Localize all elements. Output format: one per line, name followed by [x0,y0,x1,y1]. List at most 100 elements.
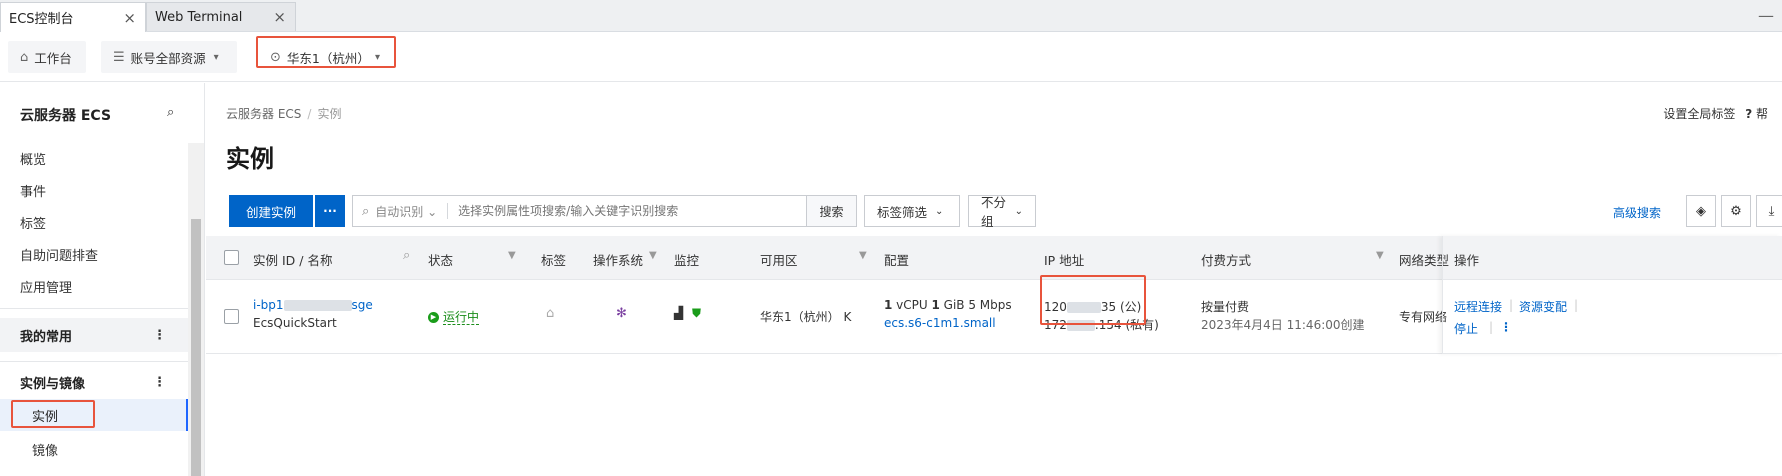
minimize-icon[interactable]: — [1758,6,1774,25]
help-link[interactable]: 帮 [1756,107,1768,121]
row-checkbox[interactable] [224,309,239,324]
sidebar-divider [0,308,188,309]
breadcrumb-current: 实例 [317,107,342,121]
more-vertical-icon[interactable]: ⋮ [153,328,166,343]
chevron-down-icon: ▾ [213,51,219,63]
breadcrumb-root[interactable]: 云服务器 ECS [226,107,301,121]
col-status: 状态 [428,253,454,268]
sidebar-title: 云服务器 ECS [20,108,112,124]
col-monitor: 监控 [674,253,700,268]
sidebar-scrollbar[interactable] [188,143,204,476]
billing-type: 按量付费 [1201,300,1250,314]
search-icon[interactable]: ⌕ [403,248,410,263]
workbench-button[interactable]: ⌂ 工作台 [8,41,86,73]
advanced-search-link[interactable]: 高级搜索 [1613,204,1661,221]
col-ip: IP 地址 [1044,253,1085,268]
instance-id-prefix: i-bp1 [253,298,284,312]
sidebar-group-label: 我的常用 [20,329,73,345]
global-tags-area: 设置全局标签 ? 帮 [1663,105,1768,122]
sidebar-divider [0,361,188,362]
cpu-unit: vCPU [892,298,932,312]
instance-search-box: ⌕ 自动识别 ⌄ [352,195,807,227]
search-input[interactable] [458,204,709,218]
instance-id-suffix: sge [351,298,373,312]
search-mode-label: 自动识别 [375,204,424,219]
play-icon: ▶ [428,312,439,323]
browser-tab-strip: ECS控制台 × Web Terminal × — [0,0,1782,32]
main-content: 云服务器 ECS / 实例 设置全局标签 ? 帮 实例 创建实例 ··· ⌕ 自动识… [206,83,1782,476]
sidebar-item-tags[interactable]: 标签 [20,213,46,232]
tag-filter-label: 标签筛选 [877,204,928,220]
sidebar-item-events[interactable]: 事件 [20,181,46,200]
workbench-label: 工作台 [34,50,72,66]
search-button[interactable]: 搜索 [807,195,857,227]
sidebar-item-self-troubleshoot[interactable]: 自助问题排查 [20,245,98,264]
list-icon: ☰ [113,49,125,65]
filter-icon[interactable]: ▼ [649,250,657,261]
home-icon: ⌂ [20,49,29,65]
sidebar-item-overview[interactable]: 概览 [20,149,46,168]
mem-bandwidth: GiB 5 Mbps [939,298,1012,312]
status-badge: ▶ 运行中 [428,308,480,325]
chevron-down-icon: ⌄ [1014,205,1023,217]
select-all-checkbox[interactable] [224,250,239,265]
chevron-down-icon: ⌄ [935,205,944,217]
sidebar-item-images[interactable]: 镜像 [32,440,58,459]
gear-icon[interactable]: ⚙ [1721,195,1751,227]
breadcrumb: 云服务器 ECS / 实例 [226,105,341,122]
search-mode-select[interactable]: 自动识别 ⌄ [375,203,437,220]
ops-column-shadow [1442,236,1782,354]
instance-spec-link[interactable]: ecs.s6-c1m1.small [884,316,996,330]
sidebar-group-instances-images[interactable]: 实例与镜像 ⋮ [0,365,188,399]
layers-icon[interactable]: ◈ [1686,195,1716,227]
sidebar-item-app-management[interactable]: 应用管理 [20,277,72,296]
mem-count: 1 [931,298,940,312]
tag-filter-dropdown[interactable]: 标签筛选 ⌄ [864,195,960,227]
filter-icon[interactable]: ▼ [859,250,867,261]
browser-tab-ecs-console[interactable]: ECS控制台 × [0,2,146,32]
col-tags: 标签 [541,253,567,268]
group-label: 不分组 [981,195,1007,229]
os-centos-icon: ✻ [616,306,627,321]
sidebar-group-label: 实例与镜像 [20,376,86,392]
config-cpu-mem: 1 vCPU 1 GiB 5 Mbps [884,298,1012,312]
create-instance-button[interactable]: 创建实例 [229,195,313,227]
monitor-chart-icon[interactable]: ▟ [674,306,683,320]
download-icon[interactable]: ⤓ [1756,195,1782,227]
account-resources-dropdown[interactable]: ☰ 账号全部资源 ▾ [101,41,237,73]
filter-icon[interactable]: ▼ [508,250,516,261]
filter-icon[interactable]: ▼ [1376,250,1384,261]
created-time: 2023年4月4日 11:46:00创建 [1201,318,1365,332]
scrollbar-thumb[interactable] [191,219,201,476]
sidebar-group-favorites[interactable]: 我的常用 ⋮ [0,318,188,352]
highlight-ip-box [1040,275,1146,325]
more-vertical-icon[interactable]: ⋮ [153,375,166,390]
browser-tab-web-terminal[interactable]: Web Terminal × [146,2,296,31]
account-resources-label: 账号全部资源 [130,50,206,66]
col-os: 操作系统 [593,253,644,268]
global-tags-link[interactable]: 设置全局标签 [1663,107,1735,121]
redacted-id [283,300,352,311]
instance-name: EcsQuickStart [253,316,337,330]
col-instance-id: 实例 ID / 名称 [253,253,333,268]
shield-icon[interactable]: ⛊ [692,306,701,321]
col-config: 配置 [884,253,910,268]
status-label: 运行中 [443,310,480,325]
tag-icon[interactable]: ⌂ [546,306,554,321]
more-actions-button[interactable]: ··· [315,195,345,227]
page-title: 实例 [226,145,274,173]
breadcrumb-separator: / [307,107,312,121]
help-icon[interactable]: ? [1745,107,1752,121]
col-zone: 可用区 [760,253,798,268]
search-icon: ⌕ [362,203,370,219]
instance-id-link[interactable]: i-bp1 sge [253,298,373,312]
browser-tab-label: Web Terminal [155,9,243,25]
search-icon[interactable]: ⌕ [167,105,174,120]
search-divider [447,203,449,219]
highlight-region-box [256,36,396,68]
browser-tab-label: ECS控制台 [9,12,74,27]
highlight-instances-box [11,400,95,428]
close-icon[interactable]: × [273,8,286,26]
close-icon[interactable]: × [123,9,136,27]
group-dropdown[interactable]: 不分组 ⌄ [968,195,1036,229]
